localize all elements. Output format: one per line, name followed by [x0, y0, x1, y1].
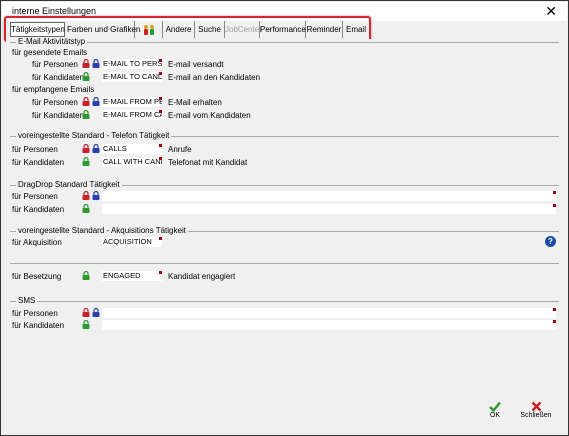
sms-section-label: SMS	[16, 296, 38, 305]
lock-red-icon[interactable]	[82, 308, 90, 317]
engagement-label: für Besetzung	[12, 272, 62, 281]
sms-candidate-field[interactable]	[102, 320, 556, 330]
received-person-activity-field[interactable]: E-MAIL FROM PER	[102, 97, 162, 107]
sms-candidate-label: für Kandidaten	[12, 321, 65, 330]
sms-section-divider	[10, 301, 559, 302]
close-button[interactable]: Schließen	[518, 401, 554, 419]
acquisition-activity-field[interactable]: ACQUISITION	[102, 237, 162, 247]
sent-person-activity-field[interactable]: E-MAIL TO PERS	[102, 59, 162, 69]
help-icon[interactable]: ?	[545, 236, 556, 247]
sms-person-field[interactable]	[102, 308, 556, 318]
received-candidate-activity-value: E-MAIL FROM CAN	[103, 110, 162, 119]
engagement-activity-field[interactable]: ENGAGED	[102, 271, 162, 281]
phone-person-label: für Personen	[12, 145, 58, 154]
sent-emails-label: für gesendete Emails	[12, 48, 88, 57]
tab-reminder[interactable]: Reminder	[306, 21, 343, 38]
tab-other[interactable]: Andere	[163, 21, 195, 38]
received-candidate-description: E-mail vom Kandidaten	[168, 111, 251, 120]
check-icon	[489, 401, 501, 412]
email-section-divider	[10, 42, 559, 43]
engagement-activity-value: ENGAGED	[103, 271, 141, 280]
phone-person-activity-field[interactable]: CALLS	[102, 144, 162, 154]
phone-candidate-activity-value: CALL WITH CAND	[103, 157, 162, 166]
dragdrop-person-label: für Personen	[12, 192, 58, 201]
sent-candidate-activity-value: E-MAIL TO CAND	[103, 72, 162, 81]
title-bar: interne Einstellungen ✕	[2, 2, 567, 21]
lock-red-icon[interactable]	[82, 144, 90, 153]
ok-button-label: OK	[489, 412, 501, 419]
engagement-description: Kandidat engagiert	[168, 272, 236, 281]
lock-red-icon[interactable]	[82, 59, 90, 68]
cross-icon	[531, 401, 541, 412]
received-person-label: für Personen	[32, 98, 78, 107]
tab-performance[interactable]: Performance	[260, 21, 306, 38]
lock-red-icon[interactable]	[82, 191, 90, 200]
phone-person-description: Anrufe	[168, 145, 192, 154]
sent-candidate-description: E-mail an den Kandidaten	[168, 73, 261, 82]
activity-types-panel: E-Mail Aktivitätstyp für gesendete Email…	[6, 37, 564, 431]
lock-green-icon[interactable]	[82, 110, 90, 119]
received-candidate-activity-field[interactable]: E-MAIL FROM CAN	[102, 110, 162, 120]
close-button-label: Schließen	[520, 412, 552, 419]
tab-activity-types[interactable]: Tätigkeitstypen	[10, 22, 65, 37]
lock-blue-icon[interactable]	[92, 97, 100, 106]
acquisition-activity-value: ACQUISITION	[103, 237, 152, 246]
tab-colors-graphics[interactable]: Farben und Grafiken	[67, 21, 140, 38]
lock-green-icon[interactable]	[82, 320, 90, 329]
acquisition-label: für Akquisition	[12, 238, 62, 247]
received-emails-label: für empfangene Emails	[12, 85, 95, 94]
tab-email[interactable]: Email	[343, 21, 370, 38]
tab-jobcenter: JobCenter	[225, 21, 262, 38]
lock-blue-icon[interactable]	[92, 59, 100, 68]
lock-green-icon[interactable]	[82, 204, 90, 213]
lock-green-icon[interactable]	[82, 271, 90, 280]
tab-people[interactable]	[135, 21, 163, 38]
sent-person-description: E-mail versandt	[168, 60, 224, 69]
lock-blue-icon[interactable]	[92, 144, 100, 153]
phone-section-label: voreingestellte Standard - Telefon Tätig…	[16, 131, 172, 140]
phone-candidate-label: für Kandidaten	[12, 158, 65, 167]
dragdrop-section-label: DragDrop Standard Tätigkeit	[16, 180, 122, 189]
phone-candidate-description: Telefonat mit Kandidat	[168, 158, 248, 167]
settings-window: interne Einstellungen ✕ Tätigkeitstypen …	[0, 0, 569, 436]
engagement-divider	[10, 263, 559, 264]
dragdrop-candidate-label: für Kandidaten	[12, 205, 65, 214]
lock-green-icon[interactable]	[82, 72, 90, 81]
received-candidate-label: für Kandidaten	[32, 111, 85, 120]
ok-button[interactable]: OK	[484, 401, 506, 419]
sms-person-label: für Personen	[12, 309, 58, 318]
phone-person-activity-value: CALLS	[103, 144, 127, 153]
dragdrop-candidate-field[interactable]	[102, 204, 556, 214]
sent-person-label: für Personen	[32, 60, 78, 69]
lock-blue-icon[interactable]	[92, 308, 100, 317]
close-window-icon[interactable]: ✕	[545, 3, 557, 19]
received-person-description: E-Mail erhalten	[168, 98, 222, 107]
sent-candidate-activity-field[interactable]: E-MAIL TO CAND	[102, 72, 162, 82]
received-person-activity-value: E-MAIL FROM PER	[103, 97, 162, 106]
lock-green-icon[interactable]	[82, 157, 90, 166]
email-section-label: E-Mail Aktivitätstyp	[16, 37, 88, 46]
lock-blue-icon[interactable]	[92, 191, 100, 200]
sent-candidate-label: für Kandidaten	[32, 73, 85, 82]
phone-candidate-activity-field[interactable]: CALL WITH CAND	[102, 157, 162, 167]
lock-red-icon[interactable]	[82, 97, 90, 106]
tab-search[interactable]: Suche	[195, 21, 225, 38]
people-icon	[143, 25, 154, 35]
sent-person-activity-value: E-MAIL TO PERS	[103, 59, 162, 68]
dragdrop-person-field[interactable]	[102, 191, 556, 201]
acquisition-section-label: voreingestellte Standard - Akquisitions …	[16, 226, 188, 235]
window-title: interne Einstellungen	[12, 6, 97, 16]
tab-strip: Tätigkeitstypen Farben und Grafiken Ande…	[7, 21, 559, 38]
